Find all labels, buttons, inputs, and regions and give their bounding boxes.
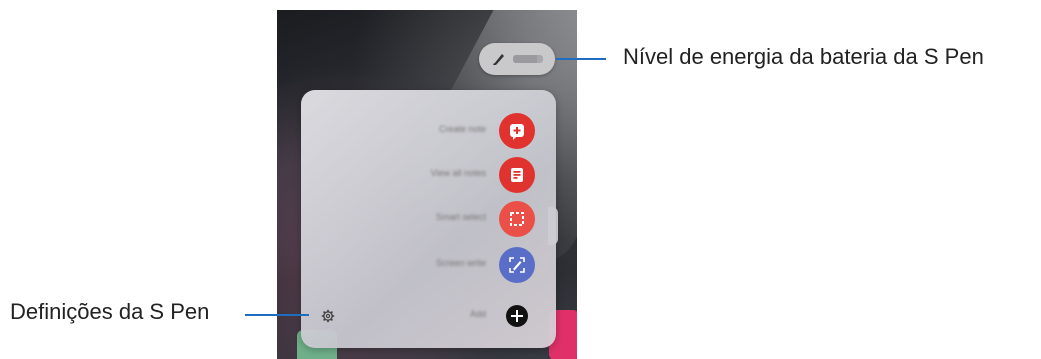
- menu-item-smart-select[interactable]: Smart select: [301, 201, 556, 237]
- battery-level-bar: [513, 55, 543, 63]
- notes-list-icon: [499, 157, 535, 193]
- menu-item-screen-write[interactable]: Screen write: [301, 247, 556, 283]
- screen-write-icon: [499, 247, 535, 283]
- battery-level-fill: [513, 55, 537, 63]
- menu-item-label: Smart select: [435, 212, 486, 222]
- spen-icon: [493, 54, 504, 65]
- menu-item-label: Create note: [438, 124, 486, 134]
- air-command-panel: Create note View all notes Smart select: [301, 90, 556, 348]
- settings-callout-line: [245, 314, 309, 316]
- gear-icon[interactable]: [321, 309, 335, 323]
- menu-item-add[interactable]: Add: [301, 298, 556, 334]
- battery-callout-label: Nível de energia da bateria da S Pen: [623, 44, 984, 69]
- menu-item-label: View all notes: [430, 168, 486, 178]
- menu-item-create-note[interactable]: Create note: [301, 113, 556, 149]
- menu-item-label: Screen write: [435, 258, 486, 268]
- menu-item-label: Add: [469, 309, 486, 319]
- menu-item-view-all-notes[interactable]: View all notes: [301, 157, 556, 193]
- smart-select-icon: [499, 201, 535, 237]
- settings-callout-label: Definições da S Pen: [10, 299, 210, 324]
- battery-callout-line: [556, 58, 606, 60]
- note-plus-icon: [499, 113, 535, 149]
- spen-battery-indicator: [479, 43, 555, 75]
- add-icon: [499, 298, 535, 334]
